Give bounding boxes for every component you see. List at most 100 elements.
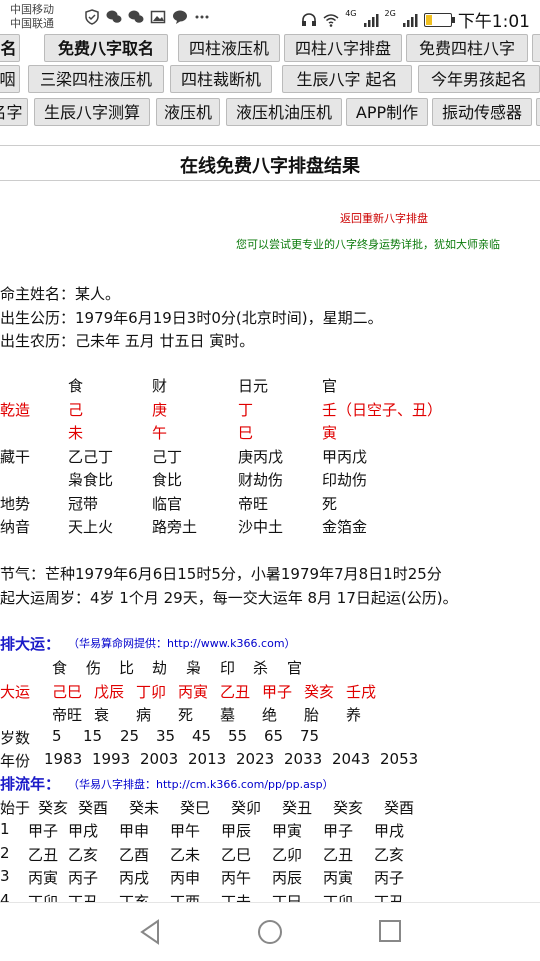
hidden-gods: 食比: [152, 471, 183, 489]
row-number: 2: [0, 843, 10, 862]
nav-item[interactable]: 咽: [0, 65, 20, 93]
android-nav-bar: [0, 902, 540, 961]
back-icon[interactable]: [138, 919, 162, 945]
liunian-year: 甲辰: [221, 822, 252, 840]
row-label: 纳音: [0, 518, 31, 536]
dayun-god: 官: [287, 659, 303, 677]
dayun-age: 35: [156, 727, 176, 745]
heavenly-stem: 庚: [152, 401, 168, 419]
liunian-start: 癸酉: [78, 799, 109, 817]
liunian-year: 甲午: [170, 822, 201, 840]
liunian-start: 癸丑: [282, 799, 313, 817]
nav-item[interactable]: 名字: [0, 98, 28, 126]
nav-item[interactable]: 免费四柱八字: [406, 34, 528, 62]
dayun-age: 25: [120, 727, 140, 745]
dayun-year: 2013: [188, 750, 227, 768]
dayun-stage: 衰: [94, 706, 110, 724]
nayin: 沙中土: [238, 518, 284, 536]
dayun-year: 2043: [332, 750, 371, 768]
back-link[interactable]: 返回重新八字排盘: [340, 210, 428, 226]
nav-item[interactable]: 免费八字取名: [44, 34, 168, 62]
battery-icon: [423, 12, 455, 27]
wechat-icon-2: [128, 10, 144, 23]
dayun-age: 55: [228, 727, 248, 745]
dayun-god: 劫: [152, 659, 168, 677]
recents-icon[interactable]: [378, 919, 402, 943]
dayun-stage: 病: [136, 706, 152, 724]
dayun-age: 15: [83, 727, 103, 745]
message-icon: [173, 10, 187, 24]
wifi-icon: [323, 13, 339, 27]
liunian-year: 乙酉: [119, 845, 150, 864]
liunian-source[interactable]: （华易八字排盘：http://cm.k366.com/pp/pp.asp）: [68, 776, 334, 792]
home-icon[interactable]: [257, 919, 283, 945]
liunian-year: 乙丑: [323, 845, 354, 864]
liunian-year: 甲子: [323, 822, 354, 840]
hidden-stems: 庚丙戊: [238, 448, 284, 466]
nav-item[interactable]: APP制作: [346, 98, 428, 126]
dayun-god: 食: [52, 659, 68, 677]
promo-link[interactable]: 您可以尝试更专业的八字终身运势详批，犹如大师亲临: [236, 236, 500, 252]
nav-item[interactable]: 生辰八字测算: [34, 98, 150, 126]
liunian-year: 丙寅: [323, 869, 354, 887]
dayun-source[interactable]: （华易算命网提供：http://www.k366.com）: [68, 635, 296, 651]
dayun-pillar: 己巳: [52, 683, 83, 701]
dayun-god: 杀: [253, 659, 269, 677]
dayun-stage: 养: [346, 706, 362, 724]
nayin: 金箔金: [322, 518, 368, 536]
nav-item[interactable]: 四柱液压机: [178, 34, 280, 62]
liunian-year: 乙卯: [272, 845, 303, 864]
nav-item[interactable]: 振动传感器: [432, 98, 532, 126]
solar-birth: 出生公历：1979年6月19日3时0分(北京时间)，星期二。: [0, 309, 383, 327]
liunian-start: 癸未: [129, 799, 160, 817]
divider: [0, 145, 540, 146]
nav-item[interactable]: 四柱八字排盘: [284, 34, 402, 62]
headphones-icon: [302, 12, 317, 26]
heavenly-stem: 壬（日空子、丑）: [322, 401, 443, 419]
liunian-year: 丙辰: [272, 869, 303, 887]
nav-row-3: 名字 生辰八字测算 液压机 液压机油压机 APP制作 振动传感器: [0, 96, 540, 128]
nayin: 天上火: [68, 518, 114, 536]
nav-item[interactable]: 液压机: [156, 98, 220, 126]
liunian-start: 癸巳: [180, 799, 211, 817]
nav-item[interactable]: 四柱裁断机: [170, 65, 272, 93]
earthly-branch: 午: [152, 424, 168, 442]
nav-item[interactable]: 今年男孩起名: [418, 65, 540, 93]
carrier-2: 中国联通: [10, 17, 54, 30]
dayun-god: 伤: [86, 659, 102, 677]
dayun-pillar: 甲子: [262, 683, 293, 701]
dayun-pillar: 戊辰: [94, 683, 125, 701]
hidden-gods: 财劫伤: [238, 471, 284, 489]
nav-item[interactable]: 生辰八字 起名: [282, 65, 412, 93]
clock: 下午1:01: [457, 12, 530, 32]
row-number: 1: [0, 820, 10, 838]
liunian-start: 癸卯: [231, 799, 262, 817]
earthly-branch: 未: [68, 424, 84, 442]
nav-item-partial[interactable]: [536, 98, 540, 126]
ten-god: 食: [68, 377, 84, 395]
liunian-year: 丙寅: [28, 869, 59, 887]
hidden-stems: 己丁: [152, 448, 183, 466]
liunian-year: 丙子: [68, 869, 99, 887]
dayun-pillar: 丁卯: [136, 683, 167, 701]
life-stage: 帝旺: [238, 495, 269, 513]
life-stage: 临官: [152, 495, 183, 513]
nayin: 路旁土: [152, 518, 198, 536]
dayun-god: 比: [119, 659, 135, 677]
ten-god: 日元: [238, 377, 269, 395]
dayun-age: 75: [300, 727, 320, 745]
nav-item-partial[interactable]: [532, 34, 540, 62]
liunian-year: 甲寅: [272, 822, 303, 840]
liunian-year: 乙丑: [28, 845, 59, 864]
row-label: 始于: [0, 799, 31, 817]
status-bar: 中国移动 中国联通 4G 2G 下午1:01: [0, 0, 540, 36]
liunian-year: 丙子: [374, 869, 405, 887]
nav-item[interactable]: 三梁四柱液压机: [28, 65, 164, 93]
row-label: 乾造: [0, 401, 31, 419]
nav-item[interactable]: 名: [0, 34, 20, 62]
earthly-branch: 寅: [322, 424, 338, 442]
nav-item[interactable]: 液压机油压机: [226, 98, 342, 126]
heavenly-stem: 丁: [238, 401, 254, 419]
liunian-start: 癸酉: [384, 799, 415, 817]
row-label: 地势: [0, 495, 31, 513]
